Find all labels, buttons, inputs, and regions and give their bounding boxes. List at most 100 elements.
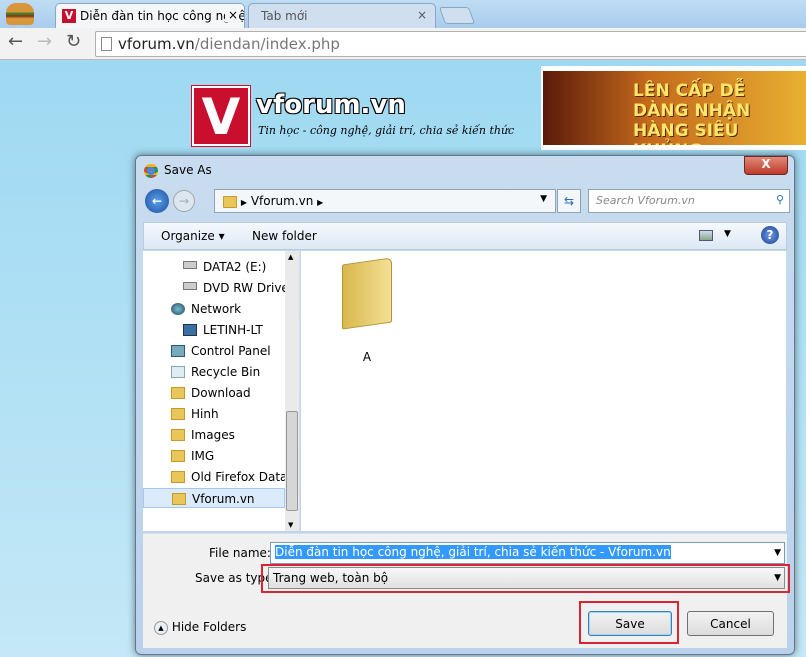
nav-item[interactable]: LETINH-LT [143, 320, 285, 340]
nav-item-label: Old Firefox Data [191, 470, 288, 484]
view-dropdown-icon[interactable]: ▼ [724, 229, 731, 239]
back-button[interactable]: ← [145, 189, 169, 213]
file-label: A [362, 350, 372, 364]
site-logo[interactable]: V [191, 85, 251, 147]
command-bar: Organize ▾ New folder ▼ ? [143, 222, 787, 250]
address-bar[interactable]: vforum.vn/diendan/index.php [95, 31, 806, 57]
nav-item[interactable]: Old Firefox Data [143, 467, 288, 487]
folder-icon [171, 471, 185, 483]
dialog-close-button[interactable]: X [744, 156, 788, 175]
nav-item[interactable]: DATA2 (E:) [143, 257, 285, 277]
banner-text: LÊN CẤP DỄ DÀNG NHẬN HÀNG SIÊU KHỦNG [543, 71, 806, 145]
back-icon[interactable]: ← [8, 31, 23, 52]
chevron-right-icon: ▶ [317, 198, 324, 207]
scroll-up-icon[interactable]: ▲ [288, 253, 293, 261]
nav-item-label: Recycle Bin [191, 365, 261, 379]
nav-item-label: LETINH-LT [203, 323, 263, 337]
url-host: vforum.vn [118, 35, 195, 53]
tab-label: Diễn đàn tin học công nghệ [80, 9, 245, 23]
nav-item-label: Vforum.vn [192, 492, 255, 506]
chrome-icon [144, 164, 158, 178]
cancel-button[interactable]: Cancel [687, 611, 774, 636]
save-type-select[interactable]: Trang web, toàn bộ ▼ [268, 567, 785, 589]
reload-icon[interactable]: ↻ [66, 31, 81, 52]
new-folder-button[interactable]: New folder [252, 229, 317, 243]
nav-item-label: DVD RW Drive ( [203, 281, 298, 295]
file-list: A [301, 251, 786, 531]
new-tab-button[interactable] [438, 7, 476, 24]
view-options-icon[interactable] [699, 230, 713, 241]
hide-folders-button[interactable]: ▲ Hide Folders [154, 620, 246, 635]
site-tagline: Tin học - công nghệ, giải trí, chia sẻ k… [258, 124, 515, 137]
drive-icon [183, 261, 197, 269]
chevron-right-icon: ▶ [240, 198, 247, 207]
computer-icon [183, 324, 197, 336]
bottom-panel: File name: Diễn đàn tin học công nghệ, g… [143, 533, 790, 648]
file-item[interactable]: A [327, 257, 407, 371]
forward-button[interactable]: → [173, 190, 195, 212]
nav-item[interactable]: Download [143, 383, 285, 403]
organize-button[interactable]: Organize ▾ [161, 229, 225, 243]
nav-item[interactable]: DVD RW Drive ( [143, 278, 297, 298]
nav-item[interactable]: Network [143, 299, 285, 319]
url-path: /diendan/index.php [194, 35, 340, 53]
nav-item-label: Control Panel [191, 344, 271, 358]
recycle-bin-icon [171, 366, 185, 378]
tab-label: Tab mới [261, 9, 308, 23]
dropdown-icon[interactable]: ▼ [540, 194, 547, 204]
file-name-input[interactable]: Diễn đàn tin học công nghệ, giải trí, ch… [270, 542, 785, 564]
dropdown-icon[interactable]: ▼ [774, 548, 781, 558]
nav-item[interactable]: Vforum.vn [143, 488, 285, 508]
dvd-drive-icon [183, 282, 197, 290]
scroll-thumb[interactable] [286, 411, 298, 511]
file-name-value: Diễn đàn tin học công nghệ, giải trí, ch… [275, 545, 671, 559]
folder-icon [172, 493, 186, 505]
tab-close-icon[interactable]: × [417, 8, 427, 22]
nav-scrollbar[interactable]: ▲ ▼ [285, 251, 299, 531]
nav-item-label: Download [191, 386, 251, 400]
save-as-dialog: Save As X ← → ▶ Vforum.vn ▶ ▼ ⇆ Search V… [135, 155, 795, 655]
nav-item-label: IMG [191, 449, 215, 463]
help-icon[interactable]: ? [761, 226, 779, 244]
ad-banner[interactable]: LÊN CẤP DỄ DÀNG NHẬN HÀNG SIÊU KHỦNG [541, 66, 806, 150]
nav-item-label: Hinh [191, 407, 219, 421]
search-icon: ⚲ [775, 193, 784, 206]
search-placeholder: Search Vforum.vn [596, 194, 695, 207]
nav-item[interactable]: Images [143, 425, 285, 445]
breadcrumb-item[interactable]: Vforum.vn [251, 194, 314, 208]
network-icon [171, 303, 185, 315]
nav-item[interactable]: IMG [143, 446, 285, 466]
app-menu-icon[interactable] [6, 3, 34, 25]
folder-icon [223, 195, 237, 208]
folder-icon [171, 408, 185, 420]
tab-close-icon[interactable]: × [224, 8, 238, 22]
nav-item[interactable]: Control Panel [143, 341, 285, 361]
site-name: vforum.vn [256, 90, 406, 120]
folder-icon [171, 429, 185, 441]
dialog-title: Save As [164, 163, 212, 177]
nav-item-label: Images [191, 428, 235, 442]
chevron-up-icon: ▲ [154, 620, 168, 635]
folder-icon [342, 257, 392, 330]
address-breadcrumb[interactable]: ▶ Vforum.vn ▶ ▼ [214, 189, 556, 213]
navigation-pane: DATA2 (E:) DVD RW Drive ( Network LETINH-LT… [143, 251, 300, 531]
page-icon [101, 37, 112, 51]
nav-item[interactable]: Hinh [143, 404, 285, 424]
hide-folders-label: Hide Folders [171, 620, 247, 634]
file-name-label: File name: [209, 546, 271, 560]
dropdown-icon[interactable]: ▼ [774, 573, 781, 583]
save-button[interactable]: Save [588, 611, 672, 636]
nav-item[interactable]: Recycle Bin [143, 362, 285, 382]
tab-vforum[interactable]: V Diễn đàn tin học công nghệ × [55, 3, 245, 28]
folder-icon [171, 450, 185, 462]
save-type-value: Trang web, toàn bộ [273, 571, 389, 585]
nav-item-label: Network [191, 302, 242, 316]
tab-new[interactable]: Tab mới × [248, 3, 436, 28]
search-input[interactable]: Search Vforum.vn ⚲ [588, 189, 790, 213]
folder-icon [171, 387, 185, 399]
vforum-favicon-icon: V [62, 9, 76, 23]
forward-icon[interactable]: → [37, 31, 52, 52]
scroll-down-icon[interactable]: ▼ [288, 521, 293, 529]
control-panel-icon [171, 345, 185, 357]
refresh-button[interactable]: ⇆ [557, 189, 581, 213]
